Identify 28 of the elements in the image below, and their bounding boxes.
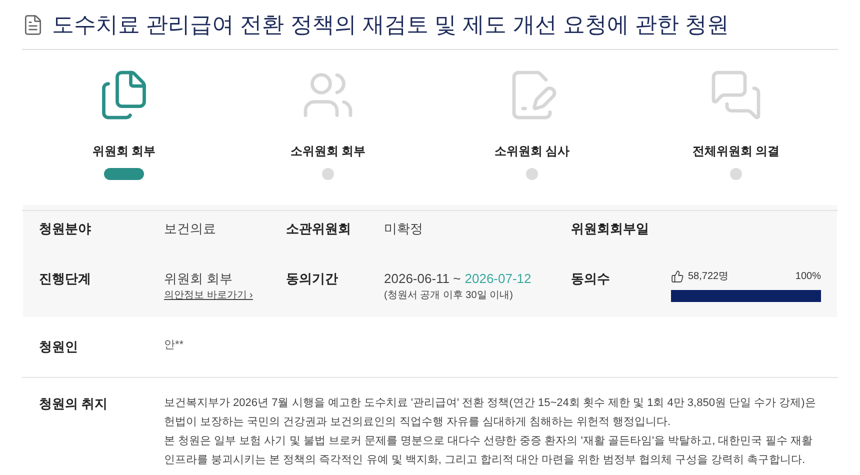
committee-value: 미확정 xyxy=(384,220,424,238)
field-value: 보건의료 xyxy=(164,220,217,238)
petitioner-value: 안** xyxy=(164,338,184,353)
period-end: 2026-07-12 xyxy=(464,270,532,288)
agree-label: 동의수 xyxy=(571,270,611,288)
step-label: 위원회 회부 xyxy=(92,143,156,160)
committee-label: 소관위원회 xyxy=(286,220,352,238)
purpose-label: 청원의 취지 xyxy=(39,394,109,412)
agree-count: 58,722명 xyxy=(688,270,729,284)
bill-info-link[interactable]: 의안정보 바로가기 › xyxy=(164,288,253,303)
petitioner-label: 청원인 xyxy=(39,338,79,356)
document-icon xyxy=(22,14,44,36)
step-label: 소위원회 심사 xyxy=(494,143,570,160)
period-note: (청원서 공개 이후 30일 이내) xyxy=(384,289,513,303)
period-label: 동의기간 xyxy=(286,270,339,288)
referral-date-label: 위원회회부일 xyxy=(571,220,650,238)
page-title: 도수치료 관리급여 전환 정책의 재검토 및 제도 개선 요청에 관한 청원 xyxy=(52,11,730,39)
stage-label: 진행단계 xyxy=(39,270,92,288)
step-label: 전체위원회 의결 xyxy=(692,143,780,160)
stage-value: 위원회 회부 xyxy=(164,270,233,288)
field-label: 청원분야 xyxy=(39,220,92,238)
thumbs-up-icon xyxy=(671,270,684,282)
purpose-paragraph: 본 청원은 일부 보험 사기 및 불법 브로커 문제를 명분으로 대다수 선량한 중증 환자의 '재활 골든타임'을 박탈하고, 대한민국 필수 재활 인프라를 붕괴시키는 본 정책의 즉각적인 유예 및 백지화, 그리고 합리적 대안 마련을 위한 범정부 협의체 구성을 강력히 촉구합니다. xyxy=(164,434,814,468)
step-label: 소위원회 회부 xyxy=(290,143,366,160)
period-start: 2026-06-11 ~ xyxy=(384,270,461,288)
purpose-paragraph: 보건복지부가 2026년 7월 시행을 예고한 도수치료 '관리급여' 전환 정책(연간 15~24회 횟수 제한 및 1회 4만 3,850원 단일 수가 강제)은 헌법이 보장하는 국민의 건강권과 보건의료인의 직업수행 자유를 심대하게 침해하는 위헌적 행정입니다. xyxy=(164,396,817,430)
discussion-icon xyxy=(709,68,763,122)
agree-percent: 100% xyxy=(795,270,821,284)
